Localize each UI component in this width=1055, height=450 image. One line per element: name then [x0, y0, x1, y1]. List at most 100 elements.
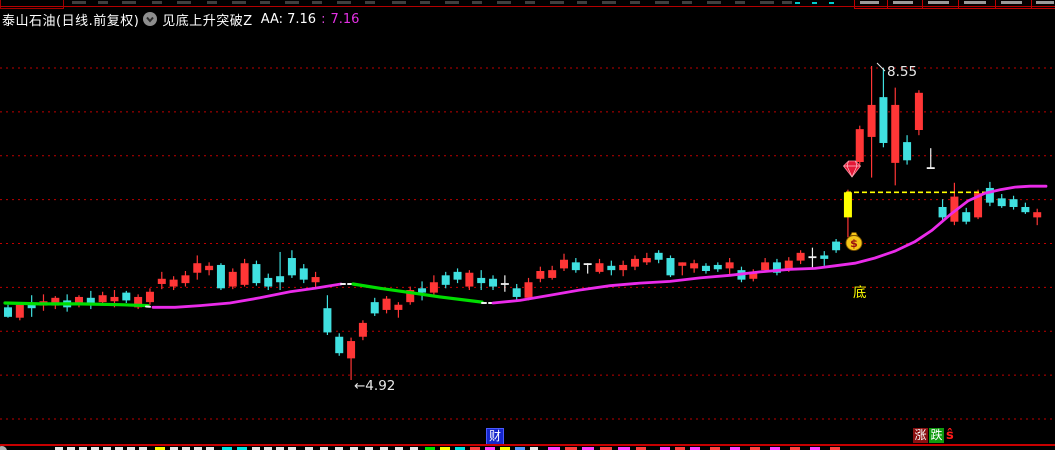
cutoff-text-fragment: [577, 1, 587, 4]
candle-body-44: [524, 282, 533, 298]
candle-body-71: [843, 192, 852, 218]
candle-body-51: [607, 265, 616, 271]
candle-body-16: [193, 263, 202, 273]
candle-body-36: [429, 282, 438, 293]
candle-body-20: [240, 263, 249, 285]
candle-body-35: [418, 288, 427, 293]
candle-body-61: [725, 262, 734, 269]
cai-gadget-badge[interactable]: 财: [486, 428, 504, 445]
candle-body-68: [808, 256, 817, 259]
candle-body-85: [1009, 199, 1018, 207]
candle-body-21: [252, 264, 261, 284]
candle-body-76: [903, 142, 912, 161]
candle-body-55: [654, 252, 663, 260]
low-price-label: ←4.92: [354, 378, 395, 394]
candle-body-41: [489, 278, 498, 287]
candle-body-12: [145, 291, 154, 303]
toolbar-button-cutoff[interactable]: [923, 0, 959, 9]
candle-body-37: [441, 275, 450, 285]
money-up-icon: ŝ: [946, 428, 954, 443]
ma-line-green: [3, 301, 150, 308]
toolbar-left-cell[interactable]: [0, 0, 64, 9]
candle-body-84: [997, 198, 1006, 207]
candle-body-40: [477, 277, 486, 284]
toolbar-button-cutoff[interactable]: [959, 0, 996, 9]
cutoff-text-fragment: [760, 1, 774, 4]
die-badge[interactable]: 跌: [929, 428, 944, 443]
cutoff-text-fragment: [152, 1, 162, 4]
cutoff-text-fragment: [707, 1, 721, 4]
cyan-tick: [812, 2, 817, 4]
candle-body-54: [642, 258, 651, 263]
cutoff-text-fragment: [392, 1, 406, 4]
toolbar-button-cutoff[interactable]: [854, 0, 888, 9]
candlestick-chart[interactable]: 8.55 ←4.92 底 $: [0, 0, 1055, 450]
cutoff-text-fragment: [420, 1, 430, 4]
candle-body-56: [666, 258, 675, 276]
candle-body-87: [1033, 212, 1042, 218]
cutoff-text-fragment: [735, 1, 745, 4]
indicator-aa-label: AA: 7.16: [260, 11, 317, 27]
candle-body-60: [713, 264, 722, 270]
candle-body-25: [299, 268, 308, 280]
cutoff-text-fragment: [312, 1, 322, 4]
candle-body-46: [548, 270, 557, 278]
candle-body-64: [761, 262, 770, 271]
candle-body-70: [832, 241, 841, 251]
candle-body-23: [276, 276, 285, 283]
candle-body-22: [264, 277, 273, 287]
cutoff-text-fragment: [337, 1, 351, 4]
candle-body-81: [962, 212, 971, 222]
candle-body-58: [690, 263, 699, 269]
candle-body-0: [4, 307, 12, 317]
cutoff-text-fragment: [122, 1, 136, 4]
cutoff-text-fragment: [285, 1, 299, 4]
candle-body-32: [382, 298, 391, 310]
candle-body-27: [323, 308, 332, 333]
cutoff-text-fragment: [497, 1, 511, 4]
toolbar-button-cutoff[interactable]: [888, 0, 923, 9]
top-toolbar-cutoff: [0, 0, 1055, 9]
cutoff-text-fragment: [630, 1, 640, 4]
cyan-tick: [795, 2, 800, 4]
candle-body-26: [311, 277, 320, 283]
candle-body-49: [583, 263, 592, 266]
toolbar-button-cutoff[interactable]: [996, 0, 1032, 9]
candle-body-18: [216, 264, 225, 289]
candle-body-28: [335, 336, 344, 354]
candle-body-29: [347, 341, 356, 359]
candle-body-19: [228, 271, 237, 287]
cutoff-text-fragment: [365, 1, 375, 4]
cutoff-text-fragment: [445, 1, 459, 4]
button-text-fragment: [859, 1, 879, 4]
candle-body-9: [110, 296, 119, 302]
ma-line-green: [351, 282, 484, 304]
candle-body-75: [891, 104, 900, 163]
bottom-red-divider: [0, 444, 1055, 446]
zhang-badge[interactable]: 涨: [913, 428, 928, 443]
stock-title: 泰山石油(日线.前复权): [2, 13, 140, 29]
cutoff-text-fragment: [550, 1, 564, 4]
cutoff-text-fragment: [177, 1, 191, 4]
chart-header: 泰山石油(日线.前复权) 见底上升突破Z AA: 7.16 : 7.16: [2, 9, 359, 29]
toolbar-button-cutoff[interactable]: [1032, 0, 1055, 9]
indicator-name: 见底上升突破Z: [162, 13, 253, 29]
cutoff-text-fragment: [525, 1, 535, 4]
candle-body-39: [465, 272, 474, 287]
cutoff-text-fragment: [207, 1, 217, 4]
candle-body-73: [867, 104, 876, 137]
candle-body-15: [181, 275, 190, 284]
cutoff-text-fragment: [260, 1, 270, 4]
aa-separator: :: [321, 11, 326, 27]
candle-body-43: [512, 288, 521, 297]
cutoff-text-fragment: [602, 1, 616, 4]
candle-body-47: [560, 259, 569, 269]
candle-body-52: [619, 264, 628, 271]
candle-body-72: [855, 129, 864, 163]
candle-body-33: [394, 304, 403, 310]
cutoff-text-fragment: [232, 1, 246, 4]
button-text-fragment: [893, 1, 914, 4]
button-text-fragment: [1001, 1, 1023, 4]
chevron-down-icon[interactable]: [143, 12, 158, 26]
candle-body-38: [453, 271, 462, 280]
